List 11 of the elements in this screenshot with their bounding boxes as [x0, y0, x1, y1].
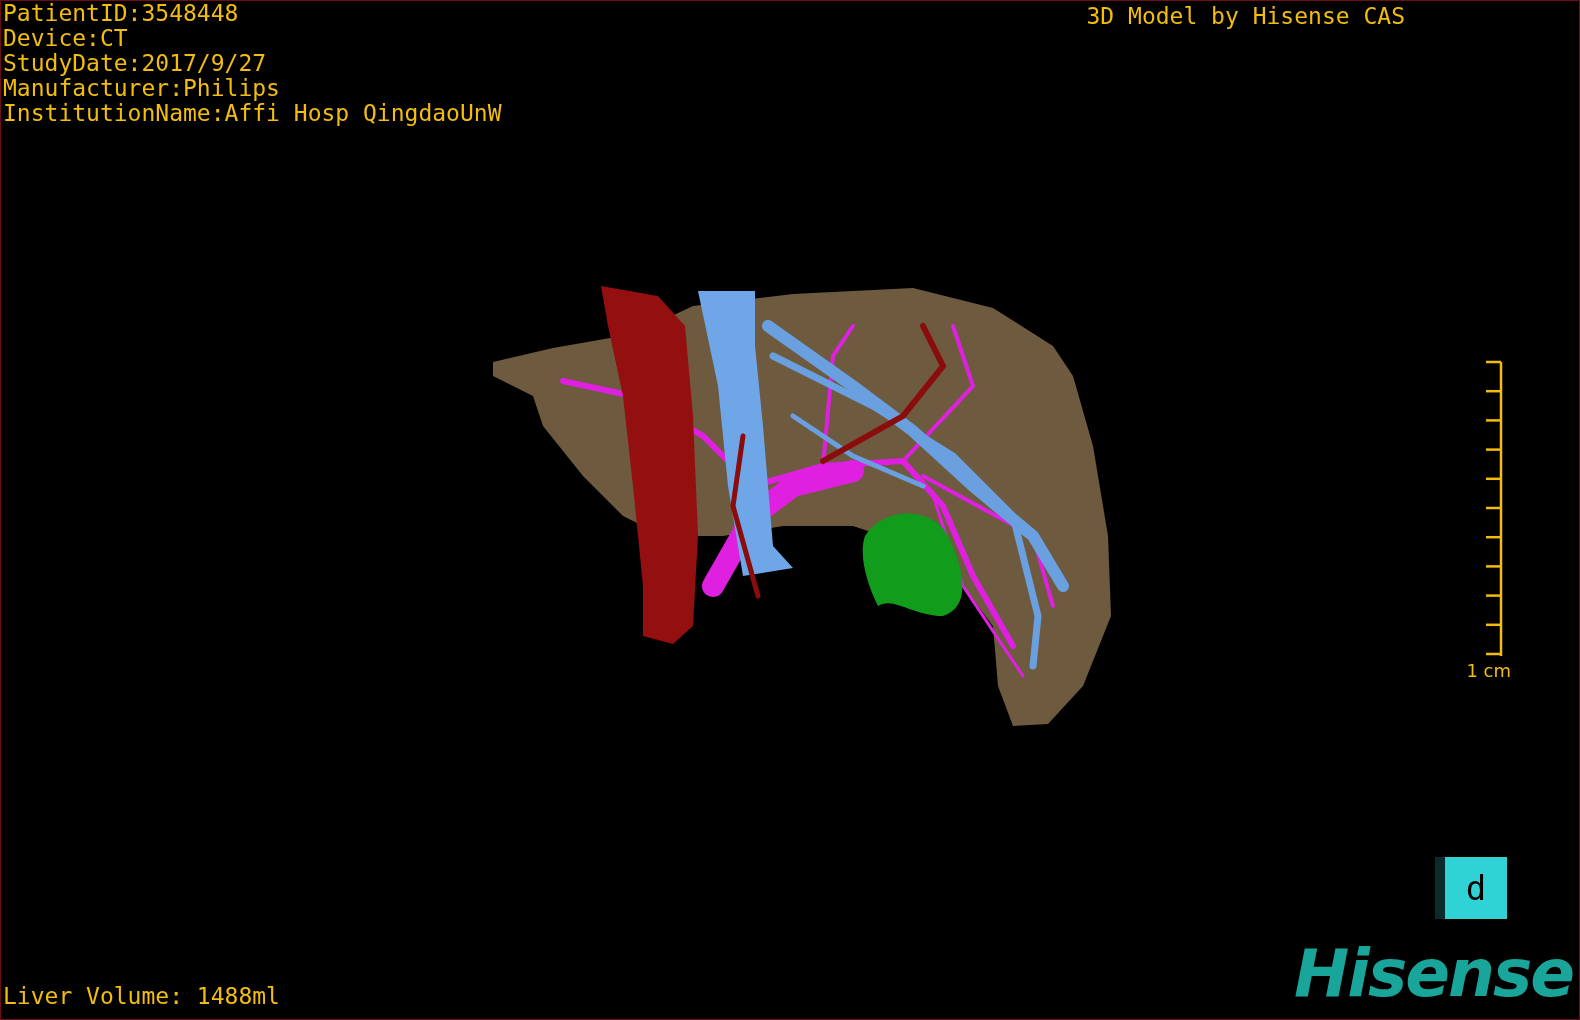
liver-volume-text: Liver Volume: 1488ml: [2, 984, 280, 1011]
patient-info-text: PatientID:3548448: [3, 1, 240, 26]
hisense-logo: Hisense: [1294, 945, 1574, 1014]
view-button[interactable]: d: [1445, 857, 1507, 919]
patient-info-text: StudyDate:2017/9/27: [3, 51, 268, 76]
scale-label: 1 cm: [1466, 660, 1511, 682]
button-edge: [1435, 857, 1445, 919]
model-title: 3D Model by Hisense CAS: [1086, 4, 1405, 29]
patient-info-text: InstitutionName:Affi Hosp QingdaoUnW: [3, 101, 502, 126]
patient-info-text: Manufacturer:Philips: [3, 76, 281, 101]
patient-info-text: Device:CT: [3, 26, 129, 51]
